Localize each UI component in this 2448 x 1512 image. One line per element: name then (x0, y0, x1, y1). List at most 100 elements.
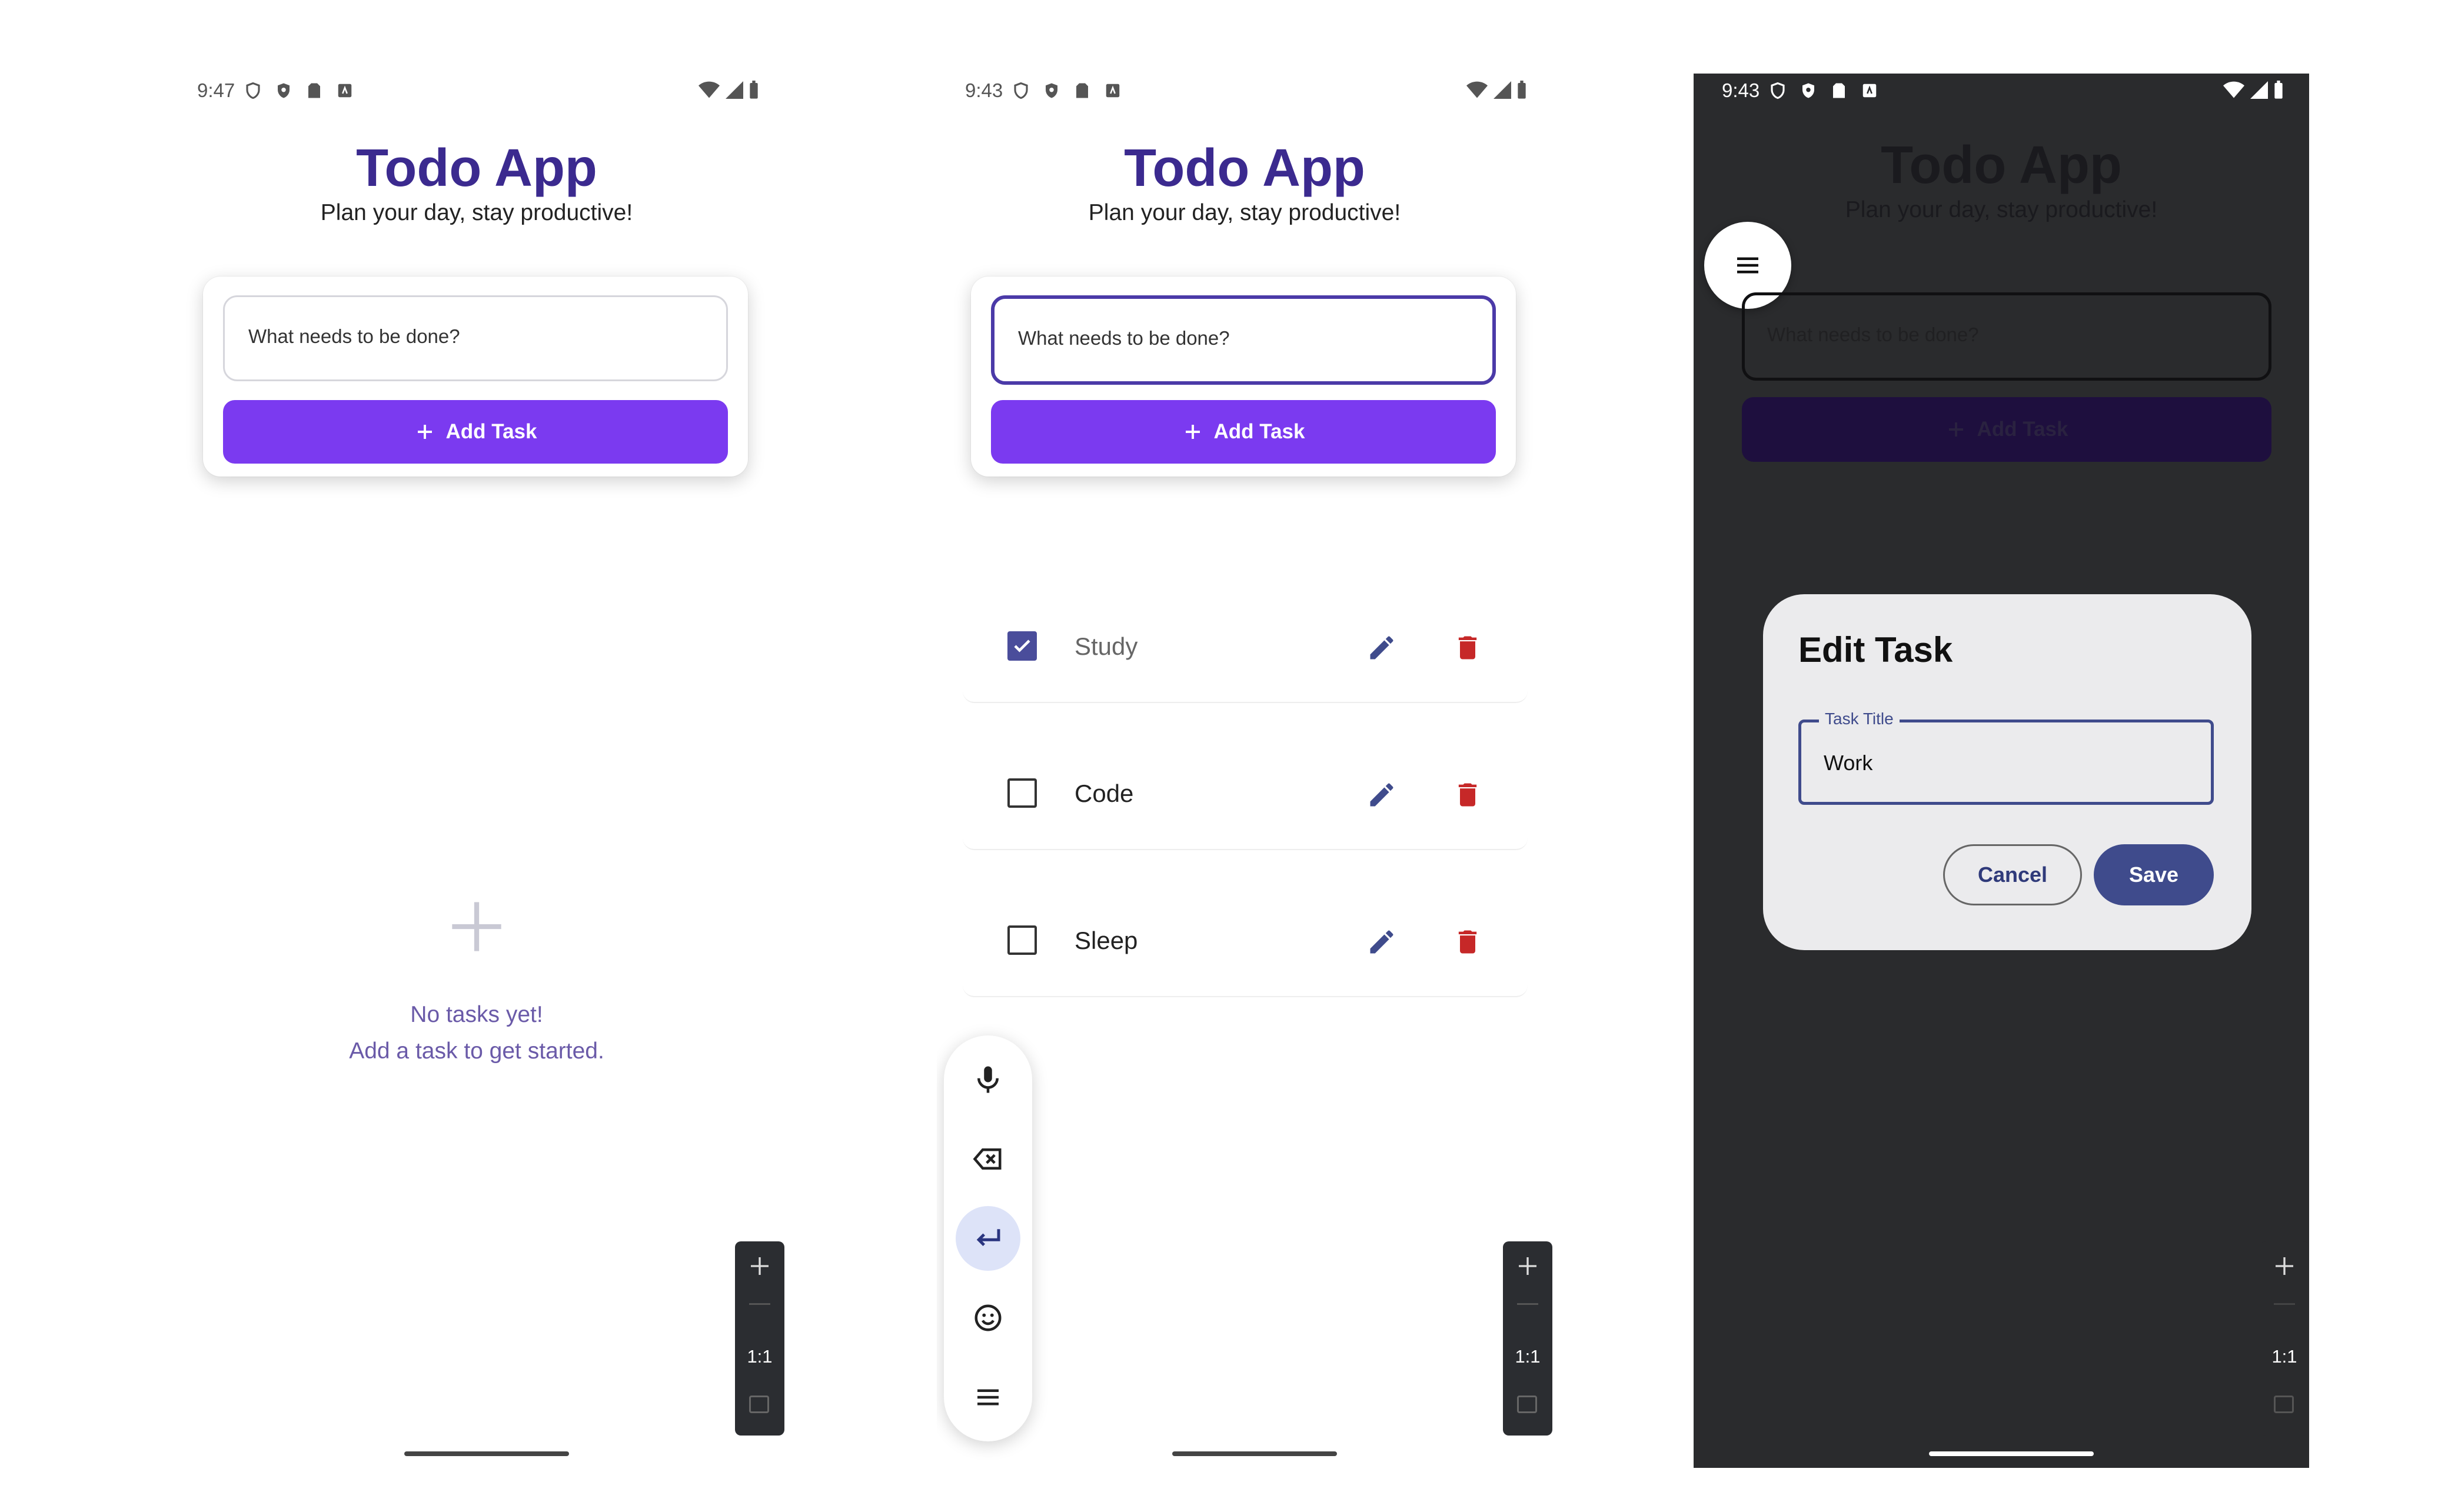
screen-empty: 9:47 Todo App Plan your day, stay produc… (169, 74, 784, 1468)
trash-icon[interactable] (1452, 778, 1483, 811)
battery-icon (2274, 81, 2283, 99)
wifi-icon (699, 81, 720, 98)
app-title: Todo App (1881, 136, 2122, 195)
task-item: Sleep (963, 891, 1528, 997)
empty-plus-icon (452, 902, 501, 951)
pencil-icon[interactable] (1366, 632, 1397, 663)
trash-icon[interactable] (1452, 925, 1483, 958)
task-divider (963, 837, 1528, 850)
status-time: 9:43 (965, 79, 1003, 101)
task-input: What needs to be done? (1742, 292, 2271, 381)
zoom-control: 1:1 (1503, 1241, 1552, 1436)
pencil-icon[interactable] (1366, 927, 1397, 957)
task-input-placeholder: What needs to be done? (1018, 327, 1230, 349)
task-label: Study (1075, 632, 1138, 660)
status-bar: 9:43 (937, 74, 1552, 109)
fit-screen-icon[interactable] (749, 1396, 769, 1413)
task-item: Study (963, 597, 1528, 703)
home-indicator[interactable] (1929, 1451, 2094, 1456)
task-input[interactable]: What needs to be done? (223, 295, 728, 381)
add-task-label: Add Task (1977, 418, 2068, 441)
emoji-icon (974, 1304, 1002, 1331)
vpn-icon (1014, 82, 1028, 99)
screen-edit-dialog: 9:43 Todo App Plan your day, stay produc… (1694, 74, 2309, 1468)
zoom-out-icon[interactable] (749, 1303, 770, 1305)
app-title: Todo App (1124, 139, 1365, 198)
app-subtitle: Plan your day, stay productive! (320, 200, 633, 225)
zoom-out-icon[interactable] (1517, 1303, 1538, 1305)
app-title: Todo App (356, 139, 597, 198)
edit-task-dialog: Edit Task Task Title Work Cancel Save (1763, 594, 2251, 950)
menu-icon (1737, 257, 1758, 274)
enter-icon (976, 1229, 1000, 1247)
enter-button[interactable] (956, 1206, 1020, 1271)
sim-card-icon (1833, 83, 1845, 98)
save-button[interactable]: Save (2094, 844, 2214, 905)
keyboard-toolbar (944, 1035, 1032, 1441)
wifi-icon (2223, 81, 2244, 98)
zoom-control: 1:1 (2260, 1241, 2309, 1436)
task-title-label: Task Title (1819, 710, 1900, 728)
fit-screen-icon[interactable] (1517, 1396, 1537, 1413)
notification-icon (1862, 84, 1877, 98)
task-title-value: Work (1824, 751, 1873, 775)
zoom-control: 1:1 (735, 1241, 784, 1436)
new-task-card: What needs to be done? Add Task (203, 277, 748, 477)
plus-icon (1948, 422, 1963, 437)
add-task-button: Add Task (1742, 397, 2271, 462)
zoom-ratio[interactable]: 1:1 (2260, 1346, 2309, 1367)
wifi-icon (1466, 81, 1488, 98)
pencil-icon[interactable] (1366, 780, 1397, 810)
add-task-button[interactable]: Add Task (223, 400, 728, 464)
notification-icon (338, 84, 352, 98)
home-indicator[interactable] (1172, 1451, 1337, 1456)
task-title-field[interactable]: Task Title Work (1798, 710, 2214, 805)
vpn-icon (246, 82, 260, 99)
status-bar: 9:47 (169, 74, 784, 109)
app-subtitle: Plan your day, stay productive! (1845, 197, 2158, 222)
task-label: Code (1075, 780, 1134, 807)
notification-icon (1106, 84, 1120, 98)
zoom-in-icon[interactable] (2273, 1254, 2296, 1278)
add-task-button[interactable]: Add Task (991, 400, 1496, 464)
home-indicator[interactable] (404, 1451, 569, 1456)
task-item: Code (963, 744, 1528, 850)
fit-screen-icon[interactable] (2274, 1396, 2294, 1413)
status-bar: 9:43 (1694, 74, 2309, 109)
add-task-label: Add Task (1213, 420, 1305, 443)
task-checkbox[interactable] (1007, 631, 1037, 661)
add-task-label: Add Task (445, 420, 537, 443)
empty-state-hint: Add a task to get started. (349, 1038, 604, 1064)
task-divider (963, 984, 1528, 997)
vpn-icon (1771, 82, 1785, 99)
task-input[interactable]: What needs to be done? (991, 295, 1496, 385)
screen-task-list: 9:43 Todo App Plan your day, stay produc… (937, 74, 1552, 1468)
battery-icon (750, 81, 758, 99)
task-checkbox[interactable] (1007, 778, 1037, 808)
zoom-ratio[interactable]: 1:1 (1503, 1346, 1552, 1367)
task-input-placeholder: What needs to be done? (1767, 324, 1979, 345)
task-label: Sleep (1075, 927, 1138, 954)
task-checkbox[interactable] (1007, 925, 1037, 955)
cancel-button[interactable]: Cancel (1943, 844, 2082, 905)
emoji-button[interactable] (956, 1285, 1020, 1350)
zoom-ratio[interactable]: 1:1 (735, 1346, 784, 1367)
task-divider (963, 690, 1528, 703)
status-time: 9:47 (197, 79, 235, 101)
mic-button[interactable] (956, 1047, 1020, 1112)
dialog-title: Edit Task (1798, 630, 1953, 670)
trash-icon[interactable] (1452, 631, 1483, 664)
zoom-in-icon[interactable] (748, 1254, 771, 1278)
shield-icon (278, 83, 290, 98)
new-task-card: What needs to be done? Add Task (971, 277, 1516, 477)
plus-icon (1185, 425, 1200, 439)
keyboard-menu-button[interactable] (956, 1365, 1020, 1430)
empty-state-title: No tasks yet! (410, 1002, 543, 1027)
zoom-in-icon[interactable] (1516, 1254, 1539, 1278)
zoom-out-icon[interactable] (2274, 1303, 2295, 1305)
microphone-icon (977, 1066, 999, 1093)
backspace-icon (973, 1148, 1002, 1170)
status-time: 9:43 (1722, 79, 1760, 101)
shield-icon (1802, 83, 1814, 98)
backspace-button[interactable] (956, 1127, 1020, 1191)
